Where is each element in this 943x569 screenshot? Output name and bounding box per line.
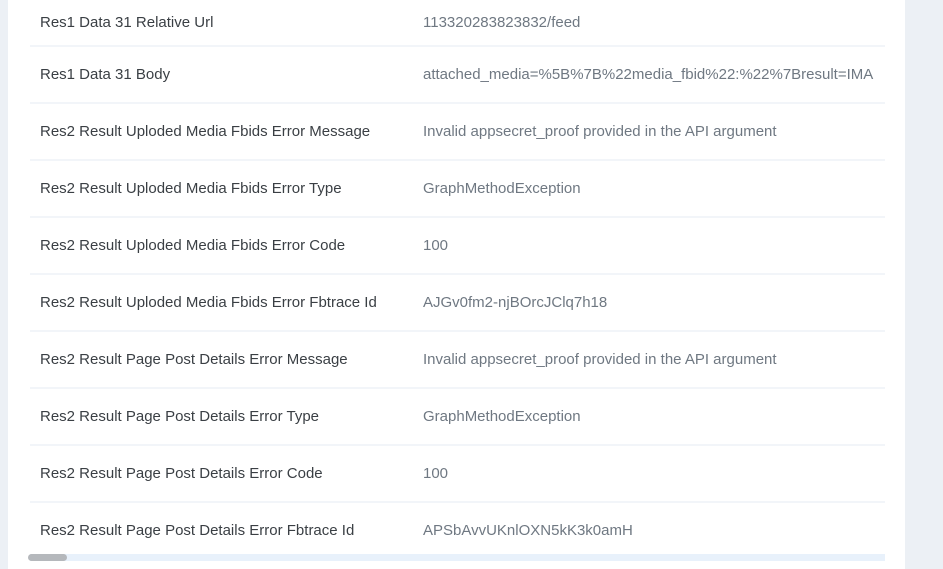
row-value: GraphMethodException [397, 388, 885, 446]
table-row: Res2 Result Page Post Details Error Code… [30, 445, 885, 503]
row-key: Res2 Result Uploded Media Fbids Error Co… [30, 217, 398, 275]
row-value: 113320283823832/feed [397, 0, 885, 47]
row-value: Invalid appsecret_proof provided in the … [397, 103, 885, 161]
row-value: AJGv0fm2-njBOrcJClq7h18 [397, 274, 885, 332]
table-row: Res2 Result Uploded Media Fbids Error Me… [30, 103, 885, 161]
table-row: Res2 Result Uploded Media Fbids Error Fb… [30, 274, 885, 332]
table-row: Res1 Data 31 Body attached_media=%5B%7B%… [30, 46, 885, 104]
row-value: 100 [397, 217, 885, 275]
table-row: Res2 Result Uploded Media Fbids Error Ty… [30, 160, 885, 218]
horizontal-scrollbar-thumb[interactable] [28, 554, 67, 561]
row-key: Res2 Result Page Post Details Error Type [30, 388, 398, 446]
response-data-panel: Res1 Data 31 Relative Url 11332028382383… [8, 0, 905, 569]
table-row: Res2 Result Page Post Details Error Type… [30, 388, 885, 446]
row-value: GraphMethodException [397, 160, 885, 218]
row-value: APSbAvvUKnlOXN5kK3k0amH [397, 502, 885, 554]
row-key: Res2 Result Page Post Details Error Code [30, 445, 398, 503]
key-value-table: Res1 Data 31 Relative Url 11332028382383… [30, 0, 885, 554]
table-row: Res2 Result Page Post Details Error Fbtr… [30, 502, 885, 554]
row-key: Res2 Result Uploded Media Fbids Error Fb… [30, 274, 398, 332]
table-row: Res2 Result Uploded Media Fbids Error Co… [30, 217, 885, 275]
row-key: Res2 Result Page Post Details Error Mess… [30, 331, 398, 389]
row-value: Invalid appsecret_proof provided in the … [397, 331, 885, 389]
key-value-table-container: Res1 Data 31 Relative Url 11332028382383… [30, 0, 885, 554]
table-row: Res1 Data 31 Relative Url 11332028382383… [30, 0, 885, 47]
horizontal-scrollbar-track[interactable] [30, 554, 885, 561]
row-key: Res2 Result Uploded Media Fbids Error Me… [30, 103, 398, 161]
row-value: attached_media=%5B%7B%22media_fbid%22:%2… [397, 46, 885, 104]
row-key: Res1 Data 31 Body [30, 46, 398, 104]
row-key: Res2 Result Page Post Details Error Fbtr… [30, 502, 398, 554]
row-key: Res2 Result Uploded Media Fbids Error Ty… [30, 160, 398, 218]
table-row: Res2 Result Page Post Details Error Mess… [30, 331, 885, 389]
row-key: Res1 Data 31 Relative Url [30, 0, 398, 47]
row-value: 100 [397, 445, 885, 503]
